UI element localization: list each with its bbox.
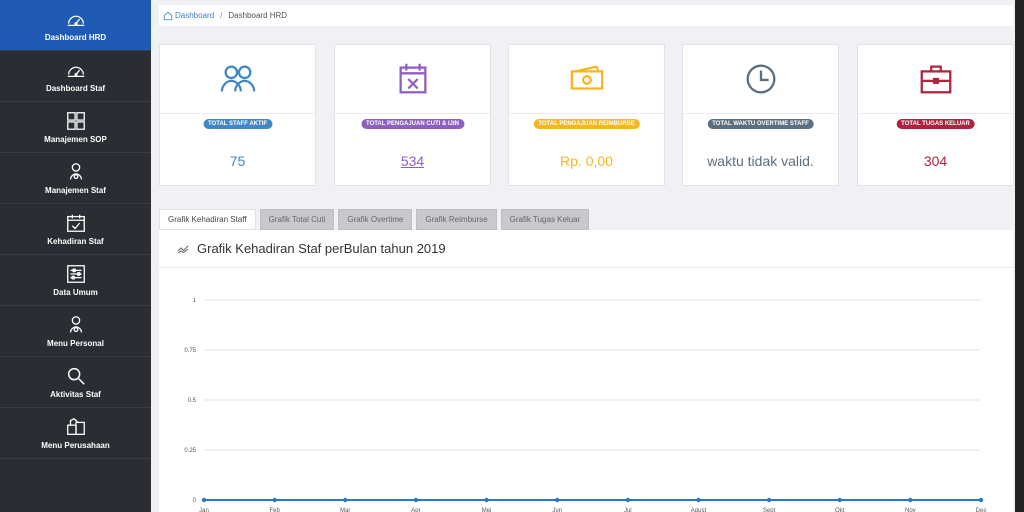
sidebar-item-label: Manajemen Staf [45,186,106,195]
data-point[interactable] [696,497,701,503]
stat-label: TOTAL STAFF AKTIF [203,119,272,129]
clock-icon [746,64,775,94]
data-point[interactable] [908,497,913,503]
stat-label: TOTAL TUGAS KELUAR [896,119,975,129]
chart-title: Grafik Kehadiran Staf perBulan tahun 201… [197,241,446,256]
speedometer-icon [67,15,84,27]
y-tick-label: 1 [193,298,197,304]
tab-grafik-total-cuti[interactable]: Grafik Total Cuti [259,209,335,230]
stat-value: 75 [229,153,246,169]
data-point[interactable] [625,497,631,503]
x-tick-label: Mar [340,508,350,512]
chart-panel: Grafik Kehadiran Staf perBulan tahun 201… [159,230,1013,512]
x-tick-label: Agust [691,508,707,512]
sidebar-item-label: Aktivitas Staf [50,390,101,399]
tab-grafik-overtime[interactable]: Grafik Overtime [338,209,413,230]
sidebar-item-data-umum[interactable]: Data Umum [0,255,151,306]
breadcrumb-separator: / [220,11,223,20]
data-point[interactable] [413,497,419,503]
sidebar-item-label: Data Umum [53,288,98,297]
x-tick-label: Apr [411,508,420,512]
line-chart-icon [177,245,189,253]
sidebar-item-label: Menu Perusahaan [41,441,110,450]
data-point[interactable] [343,497,348,503]
x-tick-label: Feb [269,508,280,512]
sidebar-item-aktivitas-staf[interactable]: Aktivitas Staf [0,357,151,408]
data-point[interactable] [484,497,489,503]
stat-card-total-tugas-keluar: TOTAL TUGAS KELUAR 304 [857,44,1014,186]
sidebar-item-label: Dashboard Staf [45,84,106,93]
sidebar-item-dashboard-hrd[interactable]: Dashboard HRD [0,0,151,51]
x-tick-label: Mei [482,508,492,512]
chart-tabs: Grafik Kehadiran Staff Grafik Total Cuti… [159,209,593,230]
tab-grafik-tugas-keluar[interactable]: Grafik Tugas Keluar [500,209,590,230]
briefcase-icon [920,65,951,94]
grid-icon [66,112,85,130]
sidebar-item-menu-perusahaan[interactable]: Menu Perusahaan [0,408,151,459]
stat-card-total-overtime: TOTAL WAKTU OVERTIME STAFF waktu tidak v… [682,44,839,186]
x-tick-label: Nov [905,508,916,512]
user-badge-icon [69,316,82,333]
sidebar-item-label: Menu Personal [47,339,104,348]
calendar-x-icon [399,63,426,94]
sidebar-item-menu-personal[interactable]: Menu Personal [0,306,151,357]
boxes-icon [66,417,85,435]
users-icon [220,65,255,92]
chart-header: Grafik Kehadiran Staf perBulan tahun 201… [159,230,1013,268]
stat-label: TOTAL WAKTU OVERTIME STAFF [707,119,814,129]
x-tick-label: Sept [763,508,776,512]
data-point[interactable] [766,497,772,503]
main-content: Dashboard / Dashboard HRD TOTAL STAFF AK… [151,0,1015,512]
y-tick-label: 0.25 [184,448,196,454]
x-tick-label: Jul [624,508,632,512]
breadcrumb: Dashboard / Dashboard HRD [159,5,1013,26]
breadcrumb-current: Dashboard HRD [228,11,288,20]
sidebar-item-dashboard-staf[interactable]: Dashboard Staf [0,51,151,102]
sidebar-item-label: Dashboard HRD [44,33,107,42]
money-icon [570,65,603,90]
stat-label: TOTAL PENGAJUAN REIMBURSE [533,119,640,129]
breadcrumb-home-label: Dashboard [175,11,215,20]
y-tick-label: 0 [193,498,197,504]
speedometer-icon [67,66,84,78]
stat-label: TOTAL PENGAJUAN CUTI & IJIN [360,119,465,129]
sidebar: Dashboard HRD Dashboard Staf Manajemen S… [0,0,151,512]
tab-grafik-reimburse[interactable]: Grafik Reimburse [416,209,497,230]
search-icon [67,367,85,385]
x-tick-label: Okt [835,508,845,512]
tab-grafik-kehadiran-staff[interactable]: Grafik Kehadiran Staff [159,209,256,230]
x-tick-label: Jan [199,508,209,512]
data-point[interactable] [837,497,842,503]
window-edge [1015,0,1024,512]
home-icon [163,11,173,20]
x-tick-label: Jun [552,508,562,512]
data-point[interactable] [201,497,207,503]
y-tick-label: 0.5 [188,398,197,404]
stat-value: waktu tidak valid. [707,153,814,169]
stat-card-total-cuti: TOTAL PENGAJUAN CUTI & IJIN 534 [334,44,491,186]
y-tick-label: 0.75 [184,348,196,354]
user-badge-icon [69,163,82,180]
stat-value: 304 [923,153,948,169]
stat-value: Rp. 0,00 [560,153,613,169]
data-point[interactable] [554,497,560,503]
sidebar-item-manajemen-sop[interactable]: Manajemen SOP [0,102,151,153]
breadcrumb-home-link[interactable]: Dashboard [163,11,214,21]
data-point[interactable] [272,497,277,503]
sliders-icon [66,265,85,283]
data-point[interactable] [978,497,984,503]
attendance-line-chart: 1 0.75 0.5 0.25 0Jan Feb Mar Apr Mei Jun Jul Agust S… [184,298,987,512]
sidebar-item-manajemen-staf[interactable]: Manajemen Staf [0,153,151,204]
stat-card-total-staff: TOTAL STAFF AKTIF 75 [159,44,316,186]
sidebar-item-kehadiran-staf[interactable]: Kehadiran Staf [0,204,151,255]
calendar-check-icon [66,214,85,232]
sidebar-item-label: Kehadiran Staf [47,237,104,246]
stat-value-link[interactable]: 534 [335,153,490,169]
stat-card-total-reimburse: TOTAL PENGAJUAN REIMBURSE Rp. 0,00 [508,44,665,186]
sidebar-item-label: Manajemen SOP [44,135,107,144]
x-tick-label: Des [976,508,987,512]
